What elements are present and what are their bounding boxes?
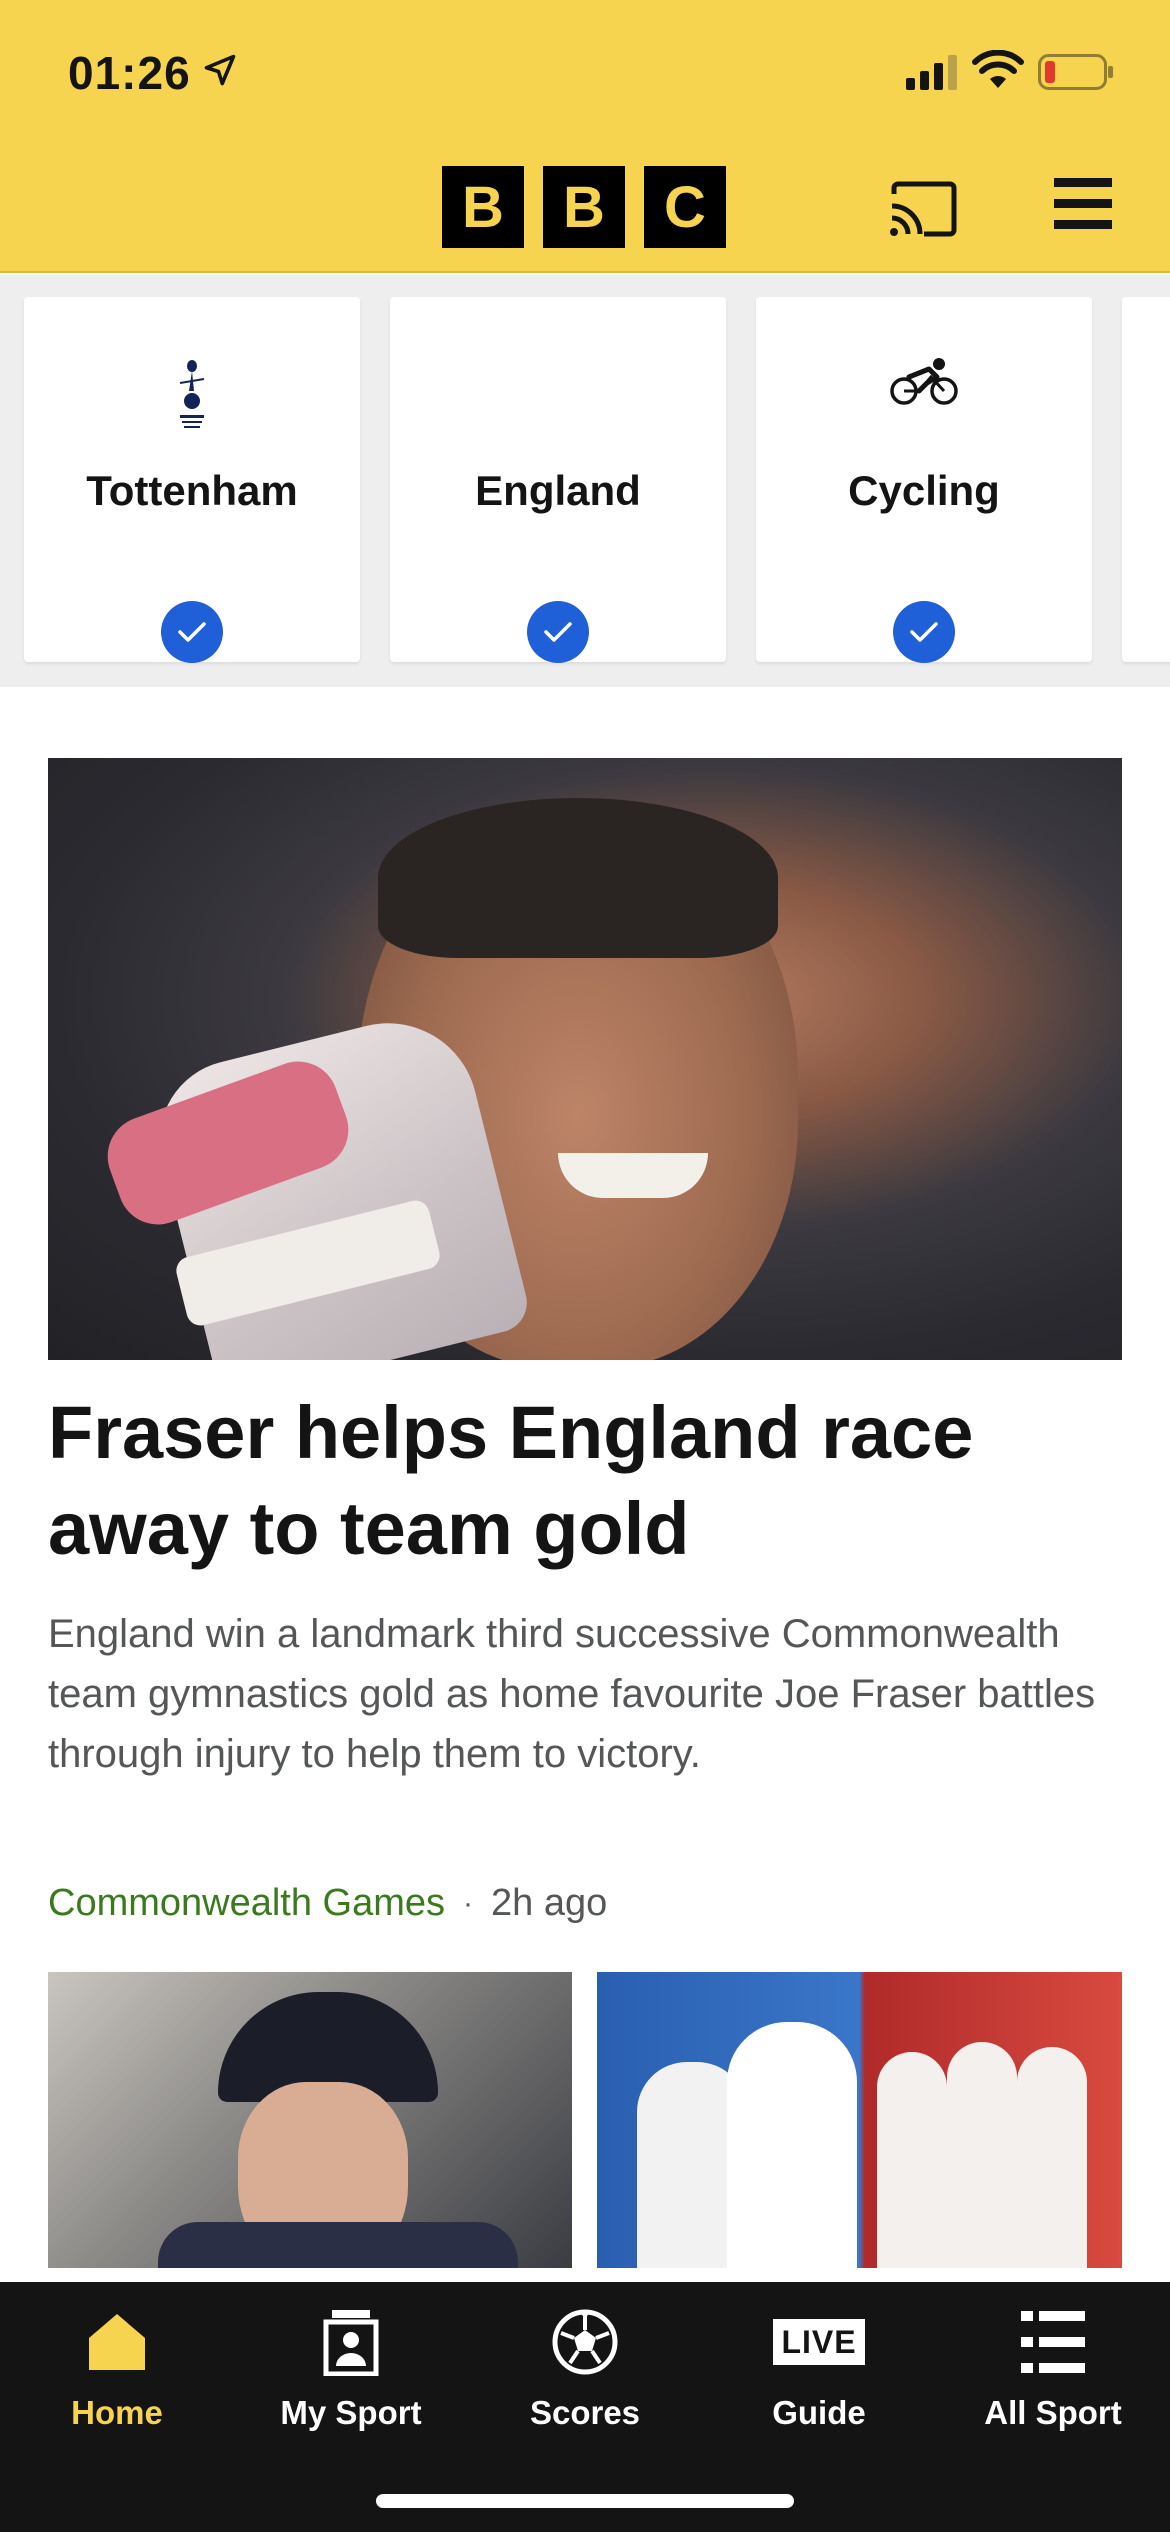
- cycling-icon: [756, 357, 1092, 407]
- followed-check-icon[interactable]: [893, 601, 955, 663]
- home-icon: [85, 2302, 149, 2382]
- meta-separator: ·: [463, 1886, 474, 1920]
- location-arrow-icon: [204, 54, 236, 86]
- main-story-summary: England win a landmark third successive …: [48, 1612, 1096, 1776]
- main-story-meta: Commonwealth Games · 2h ago: [48, 1882, 607, 1925]
- status-time: 01:26: [68, 47, 191, 99]
- followed-check-icon[interactable]: [161, 601, 223, 663]
- status-bar: 01:26: [0, 0, 1170, 150]
- menu-icon[interactable]: [1054, 178, 1112, 230]
- bbc-logo-letter: B: [543, 166, 625, 248]
- topic-label: Cycling: [848, 467, 1000, 514]
- tab-all-sport[interactable]: All Sport: [936, 2282, 1170, 2442]
- bbc-logo[interactable]: B B C: [442, 166, 726, 248]
- story-topic-link[interactable]: Commonwealth Games: [48, 1882, 445, 1925]
- topic-card-next[interactable]: [1122, 297, 1170, 662]
- athlete-figure: [877, 2052, 947, 2268]
- tab-guide[interactable]: LIVE Guide: [702, 2282, 936, 2442]
- topic-label: England: [475, 467, 641, 514]
- athlete-hair: [378, 798, 778, 958]
- cast-icon[interactable]: [888, 180, 958, 238]
- topic-card-tottenham[interactable]: Tottenham: [24, 297, 360, 663]
- topic-label: Tottenham: [86, 467, 298, 514]
- cellular-signal-icon: [906, 55, 957, 90]
- tab-label: Home: [71, 2394, 163, 2431]
- wifi-icon: [972, 50, 1024, 88]
- story-timestamp: 2h ago: [491, 1882, 608, 1924]
- athlete-smile: [558, 1153, 708, 1198]
- tab-home[interactable]: Home: [0, 2282, 234, 2442]
- athlete-figure: [1017, 2047, 1087, 2268]
- live-badge: LIVE: [773, 2319, 865, 2365]
- home-indicator: [376, 2494, 794, 2508]
- main-story-image[interactable]: [48, 758, 1122, 1360]
- followed-topics-carousel[interactable]: Tottenham England Cycling: [0, 275, 1170, 687]
- tab-label: Scores: [529, 2394, 641, 2431]
- topic-card-cycling[interactable]: Cycling: [756, 297, 1092, 663]
- topic-card-england[interactable]: England: [390, 297, 726, 663]
- app-header: 01:26 B B C: [0, 0, 1170, 273]
- team-shirt: [158, 2222, 518, 2268]
- story-thumbnail-commonwealth[interactable]: [597, 1972, 1122, 2268]
- battery-icon: [1038, 54, 1113, 90]
- tab-label: Guide: [772, 2394, 866, 2431]
- live-guide-icon: LIVE: [773, 2302, 865, 2382]
- tab-my-sport[interactable]: My Sport: [234, 2282, 468, 2442]
- list-icon: [1021, 2302, 1085, 2382]
- football-icon: [551, 2302, 619, 2382]
- athlete-figure: [727, 2022, 857, 2268]
- main-story-headline[interactable]: Fraser helps England race away to team g…: [48, 1385, 1122, 1577]
- tab-scores[interactable]: Scores: [468, 2282, 702, 2442]
- athlete-figure: [947, 2042, 1017, 2268]
- followed-check-icon[interactable]: [527, 601, 589, 663]
- tottenham-crest-icon: [24, 357, 360, 433]
- story-thumbnail-f1[interactable]: [48, 1972, 572, 2268]
- bottom-tab-bar: Home My Sport Scores LIVE Guide All Spor…: [0, 2282, 1170, 2532]
- bbc-logo-letter: C: [644, 166, 726, 248]
- tab-label: My Sport: [280, 2394, 422, 2431]
- my-sport-icon: [322, 2302, 380, 2382]
- bbc-logo-letter: B: [442, 166, 524, 248]
- tab-label: All Sport: [984, 2394, 1122, 2431]
